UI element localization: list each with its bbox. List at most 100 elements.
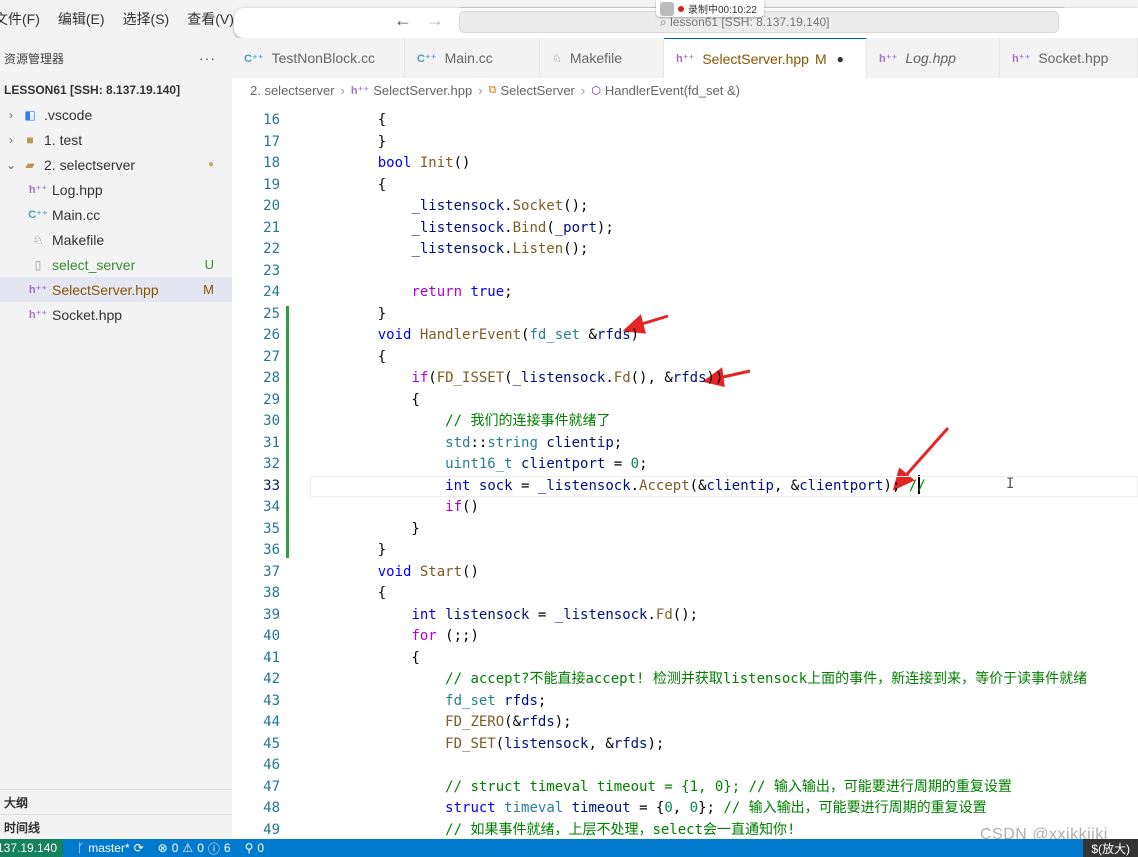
more-actions-icon[interactable]: ··· (199, 50, 216, 66)
code-line[interactable]: 29 { (232, 390, 1138, 412)
speaker-icon (660, 1, 674, 16)
tab-testnonblock-cc[interactable]: C⁺⁺ TestNonBlock.cc (232, 38, 405, 78)
header-file-icon: h⁺⁺ (676, 53, 695, 65)
code-line[interactable]: 41 { (232, 648, 1138, 670)
code-editor[interactable]: I 16 {17 } 18 bool Init() 19 {20 _listenso… (232, 102, 1138, 839)
workspace-root[interactable]: LESSON61 [SSH: 8.137.19.140] (0, 78, 232, 102)
chevron-down-icon: ⌄ (5, 157, 17, 172)
ports-indicator[interactable]: ⚲ 0 (245, 841, 264, 855)
code-line[interactable]: 24 return true; (232, 282, 1138, 304)
tab-makefile[interactable]: ♘ Makefile (540, 38, 664, 78)
code-line[interactable]: 44 FD_ZERO(&rfds); (232, 712, 1138, 734)
line-number: 41 (263, 649, 280, 666)
code-line[interactable]: 46 (232, 755, 1138, 777)
code-line[interactable]: 25 } (232, 304, 1138, 326)
code-line[interactable]: 36 } (232, 540, 1138, 562)
timeline-section[interactable]: 时间线 (0, 814, 232, 839)
tree-item[interactable]: › ■ 1. test (0, 127, 232, 152)
git-status-badge: M (203, 282, 214, 297)
tab-selectserver-hpp[interactable]: h⁺⁺ SelectServer.hpp M ● (664, 38, 867, 78)
code-line[interactable]: 37 void Start() (232, 562, 1138, 584)
code-line[interactable]: 33 int sock = _listensock.Accept(&client… (232, 475, 1138, 497)
code-line[interactable]: 45 FD_SET(listensock, &rfds); (232, 734, 1138, 756)
code-line[interactable]: 17 } (232, 132, 1138, 154)
outline-section[interactable]: 大纲 (0, 789, 232, 814)
code-line[interactable]: 22 _listensock.Listen(); (232, 239, 1138, 261)
editor-tabs: C⁺⁺ TestNonBlock.cc C⁺⁺ Main.cc ♘ Makefile h⁺⁺… (232, 38, 1138, 78)
breadcrumb-item[interactable]: SelectServer (500, 83, 574, 98)
code-line[interactable]: 43 fd_set rfds; (232, 691, 1138, 713)
back-arrow-icon[interactable]: ← (394, 10, 412, 31)
line-number: 19 (263, 176, 280, 193)
tree-item[interactable]: ⌄ ▰ 2. selectserver ● (0, 152, 232, 177)
chevron-right-icon: › (9, 132, 13, 147)
menu-item-2[interactable]: 选择(S) (114, 0, 179, 38)
line-number: 28 (263, 370, 280, 386)
tree-item[interactable]: h⁺⁺ SelectServer.hpp M (0, 277, 232, 302)
header-file-icon: h⁺⁺ (350, 84, 370, 97)
tab-log-hpp[interactable]: h⁺⁺ Log.hpp (867, 38, 1000, 78)
code-line[interactable]: 21 _listensock.Bind(_port); (232, 218, 1138, 240)
code-line[interactable]: 31 std::string clientip; (232, 433, 1138, 455)
branch-name: master* (88, 841, 130, 855)
tree-item[interactable]: ♘ Makefile (0, 227, 232, 252)
menu-item-1[interactable]: 编辑(E) (49, 0, 114, 38)
line-number: 31 (263, 434, 280, 451)
tree-item[interactable]: C⁺⁺ Main.cc (0, 202, 232, 227)
code-line[interactable]: 27 { (232, 347, 1138, 369)
code-line[interactable]: 26 void HandlerEvent(fd_set &rfds) (232, 325, 1138, 347)
line-number: 24 (263, 284, 280, 300)
status-bar: 137.19.140 ᚴ master* ⟳ ⊗ 0 ⚠ 0 ⓘ 6 ⚲ 0 $(放大) (0, 839, 1138, 857)
line-number: 47 (263, 778, 280, 795)
code-line[interactable]: 19 { (232, 175, 1138, 197)
code-line[interactable]: 48 struct timeval timeout = {0, 0}; // 输… (232, 798, 1138, 820)
code-line[interactable]: 39 int listensock = _listensock.Fd(); (232, 605, 1138, 627)
code-line[interactable]: 18 bool Init() (232, 153, 1138, 175)
tab-main-cc[interactable]: C⁺⁺ Main.cc (405, 38, 540, 78)
code-text: void Start() (377, 563, 479, 580)
code-line[interactable]: 30 // 我们的连接事件就绪了 (232, 411, 1138, 433)
code-line[interactable]: 16 { (232, 110, 1138, 132)
line-number: 27 (263, 348, 280, 365)
info-icon: ⓘ (207, 841, 220, 856)
tree-item[interactable]: h⁺⁺ Log.hpp (0, 177, 232, 202)
code-text: } (344, 520, 420, 537)
file-tree: › ◧ .vscode › ■ 1. test ⌄ ▰ 2. selectserver ● h⁺⁺ L… (0, 102, 232, 327)
unsaved-dot-icon[interactable]: ● (837, 52, 844, 66)
tree-item-label: Socket.hpp (52, 306, 123, 323)
code-line[interactable]: 35 } (232, 519, 1138, 541)
code-line[interactable]: 28 if(FD_ISSET(_listensock.Fd(), &rfds)) (232, 368, 1138, 390)
code-line[interactable]: 34 if() (232, 497, 1138, 519)
code-text: FD_SET(listensock, &rfds); (445, 735, 665, 752)
status-right[interactable]: $(放大) (1083, 839, 1138, 857)
explorer-title: 资源管理器 (4, 51, 65, 66)
code-line[interactable]: 23 (232, 261, 1138, 283)
code-line[interactable]: 38 { (232, 583, 1138, 605)
line-number: 18 (263, 155, 280, 171)
line-number: 42 (263, 671, 280, 687)
code-text: for (;;) (411, 628, 479, 644)
code-line[interactable]: 42 // accept?不能直接accept! 检测并获取listensock… (232, 669, 1138, 691)
tree-item[interactable]: h⁺⁺ Socket.hpp (0, 302, 232, 327)
line-number: 44 (263, 714, 280, 730)
explorer-header: 资源管理器 ··· (0, 38, 232, 78)
breadcrumb-item[interactable]: 2. selectserver (250, 83, 335, 98)
tree-item[interactable]: › ◧ .vscode (0, 102, 232, 127)
code-line[interactable]: 20 _listensock.Socket(); (232, 196, 1138, 218)
breadcrumb-item[interactable]: HandlerEvent(fd_set &) (605, 83, 740, 98)
code-line[interactable]: 40 for (;;) (232, 626, 1138, 648)
code-text: std::string clientip; (445, 434, 623, 451)
forward-arrow-icon[interactable]: → (426, 10, 444, 31)
branch-indicator[interactable]: ᚴ master* ⟳ (77, 841, 144, 855)
breadcrumb-item[interactable]: SelectServer.hpp (373, 83, 472, 98)
tree-item[interactable]: ▯ select_server U (0, 252, 232, 277)
code-text: void HandlerEvent(fd_set &rfds) (377, 327, 640, 343)
code-text: if(FD_ISSET(_listensock.Fd(), &rfds)) (411, 370, 724, 386)
problems-indicator[interactable]: ⊗ 0 ⚠ 0 ⓘ 6 (158, 840, 231, 857)
menu-item-0[interactable]: 文件(F) (0, 0, 49, 38)
code-text: int sock = _listensock.Accept(&clientip,… (445, 477, 926, 494)
tab-socket-hpp[interactable]: h⁺⁺ Socket.hpp (1000, 38, 1138, 78)
remote-indicator[interactable]: 137.19.140 (0, 839, 64, 857)
code-line[interactable]: 47 // struct timeval timeout = {1, 0}; /… (232, 777, 1138, 799)
code-line[interactable]: 32 uint16_t clientport = 0; (232, 454, 1138, 476)
